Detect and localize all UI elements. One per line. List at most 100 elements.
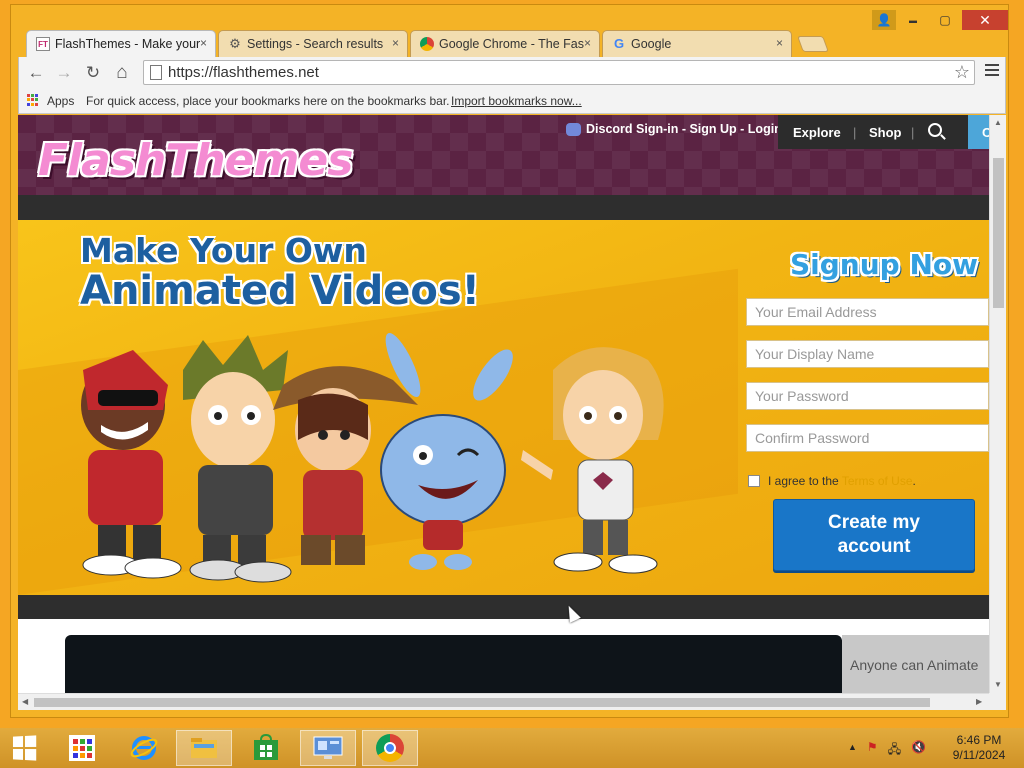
tab-label: FlashThemes - Make your — [55, 37, 201, 51]
discord-signin-label: Discord Sign-in - Sign Up - Login — [586, 122, 782, 136]
hero-title-line2: Animated Videos! — [80, 268, 480, 314]
bookmarks-bar: Apps For quick access, place your bookma… — [18, 88, 1006, 114]
new-tab-button[interactable] — [797, 36, 829, 52]
search-icon[interactable] — [928, 123, 942, 137]
video-panel[interactable] — [65, 635, 842, 693]
video-side-panel[interactable]: Anyone can Animate — [842, 635, 989, 693]
tab-close-icon[interactable]: × — [392, 36, 399, 50]
discord-signin-link[interactable]: Discord Sign-in - Sign Up - Login — [566, 122, 782, 136]
create-account-line1: Create my — [828, 512, 920, 533]
hero-bottom-strip — [18, 595, 989, 619]
action-center-flag-icon[interactable]: ⚑ — [867, 740, 878, 761]
hero-banner: Make Your Own Animated Videos! Signup No… — [18, 220, 989, 595]
store-icon — [254, 734, 278, 760]
internet-explorer-icon — [130, 736, 158, 760]
horizontal-scrollbar[interactable]: ◀ ▶ — [18, 693, 989, 710]
taskbar-internet-explorer[interactable] — [116, 730, 172, 766]
taskbar-apps[interactable] — [54, 730, 110, 766]
volume-muted-icon[interactable]: 🔇 — [911, 740, 926, 761]
minimize-button[interactable]: ▬ — [898, 10, 928, 30]
bookmark-star-icon[interactable]: ☆ — [954, 62, 970, 83]
home-button[interactable]: ⌂ — [111, 62, 133, 84]
create-account-line2: account — [837, 536, 911, 557]
network-icon[interactable]: 🖧 — [888, 740, 901, 761]
chrome-icon — [420, 37, 434, 51]
tab-label: Google — [631, 37, 672, 51]
nav-separator: | — [911, 125, 915, 140]
flashthemes-logo[interactable]: FlashThemes — [38, 135, 353, 186]
forward-arrow-icon: → — [55, 63, 73, 82]
maximize-button[interactable]: ▢ — [930, 10, 960, 30]
tab-settings[interactable]: ⚙ Settings - Search results × — [218, 30, 408, 57]
create-account-button[interactable]: Create my account — [773, 499, 975, 571]
url-input[interactable] — [168, 63, 948, 82]
gear-icon: ⚙ — [229, 36, 241, 51]
tab-flashthemes[interactable]: FT FlashThemes - Make your × — [26, 30, 216, 57]
scroll-left-icon[interactable]: ◀ — [22, 697, 28, 706]
windows-logo-icon — [12, 735, 37, 761]
display-name-field[interactable] — [746, 340, 989, 368]
tab-close-icon[interactable]: × — [584, 36, 591, 50]
scroll-right-icon[interactable]: ▶ — [976, 697, 982, 706]
address-bar[interactable]: ☆ — [143, 60, 975, 85]
clock-date: 9/11/2024 — [952, 748, 1006, 762]
hero-title-line1: Make Your Own — [80, 231, 367, 270]
taskbar-remote-desktop[interactable] — [300, 730, 356, 766]
start-button[interactable] — [0, 730, 48, 766]
chrome-menu-icon[interactable] — [985, 64, 999, 78]
windows-taskbar: ▲ ⚑ 🖧 🔇 6:46 PM 9/11/2024 — [0, 728, 1024, 768]
minimize-icon: ▬ — [909, 15, 917, 25]
nav-shop[interactable]: Shop — [869, 125, 902, 140]
email-field[interactable] — [746, 298, 989, 326]
signup-title: Signup Now — [790, 248, 979, 281]
confirm-password-field[interactable] — [746, 424, 989, 452]
close-window-button[interactable]: ✕ — [962, 10, 1008, 30]
remote-desktop-icon — [313, 736, 343, 759]
user-profile-icon[interactable]: 👤 — [872, 10, 896, 30]
close-icon: ✕ — [979, 11, 991, 28]
top-nav: Explore | Shop | — [778, 115, 968, 149]
vertical-scroll-thumb[interactable] — [993, 158, 1004, 308]
flashthemes-favicon-icon: FT — [36, 37, 50, 51]
character-blue-creature — [380, 332, 513, 570]
reload-icon: ↻ — [85, 63, 101, 82]
apps-shortcut[interactable]: Apps — [47, 94, 74, 108]
nav-cta-button[interactable]: C — [968, 115, 989, 149]
taskbar-clock[interactable]: 6:46 PM 9/11/2024 — [944, 733, 1014, 763]
terms-of-use-link[interactable]: Terms of Use — [842, 474, 913, 488]
hero-title: Make Your Own Animated Videos! — [80, 234, 480, 311]
import-bookmarks-link[interactable]: Import bookmarks now... — [451, 94, 582, 108]
tab-google[interactable]: G Google × — [602, 30, 792, 57]
tab-chrome[interactable]: Google Chrome - The Fas × — [410, 30, 600, 57]
back-button[interactable]: ← — [25, 62, 47, 84]
taskbar-chrome[interactable] — [362, 730, 418, 766]
taskbar-file-explorer[interactable] — [176, 730, 232, 766]
discord-icon — [566, 122, 581, 136]
terms-agreement: I agree to the Terms of Use. — [748, 474, 916, 488]
video-side-text: Anyone can Animate — [850, 657, 979, 673]
apps-grid-icon[interactable] — [27, 94, 39, 106]
window-controls: 👤 ▬ ▢ ✕ — [872, 10, 1008, 30]
header-strip — [18, 195, 989, 220]
vertical-scrollbar[interactable]: ▲ ▼ — [989, 115, 1006, 693]
maximize-icon: ▢ — [939, 13, 951, 27]
chrome-icon — [376, 734, 404, 762]
nav-explore[interactable]: Explore — [793, 125, 841, 140]
agree-suffix: . — [912, 474, 916, 488]
tab-close-icon[interactable]: × — [776, 36, 783, 50]
reload-button[interactable]: ↻ — [82, 62, 104, 84]
scroll-up-icon[interactable]: ▲ — [994, 118, 1002, 127]
password-field[interactable] — [746, 382, 989, 410]
agree-checkbox[interactable] — [748, 475, 760, 487]
show-hidden-icons-icon[interactable]: ▲ — [848, 742, 857, 761]
bookmarks-hint: For quick access, place your bookmarks h… — [86, 94, 450, 108]
forward-button[interactable]: → — [53, 62, 75, 84]
scroll-down-icon[interactable]: ▼ — [994, 680, 1002, 689]
tab-close-icon[interactable]: × — [200, 36, 207, 50]
page-viewport: FlashThemes Discord Sign-in - Sign Up - … — [18, 115, 989, 693]
taskbar-store[interactable] — [238, 730, 294, 766]
horizontal-scroll-thumb[interactable] — [34, 698, 930, 707]
hero-characters-illustration — [81, 332, 664, 583]
character-blonde-girl — [521, 347, 664, 574]
folder-icon — [191, 738, 217, 758]
